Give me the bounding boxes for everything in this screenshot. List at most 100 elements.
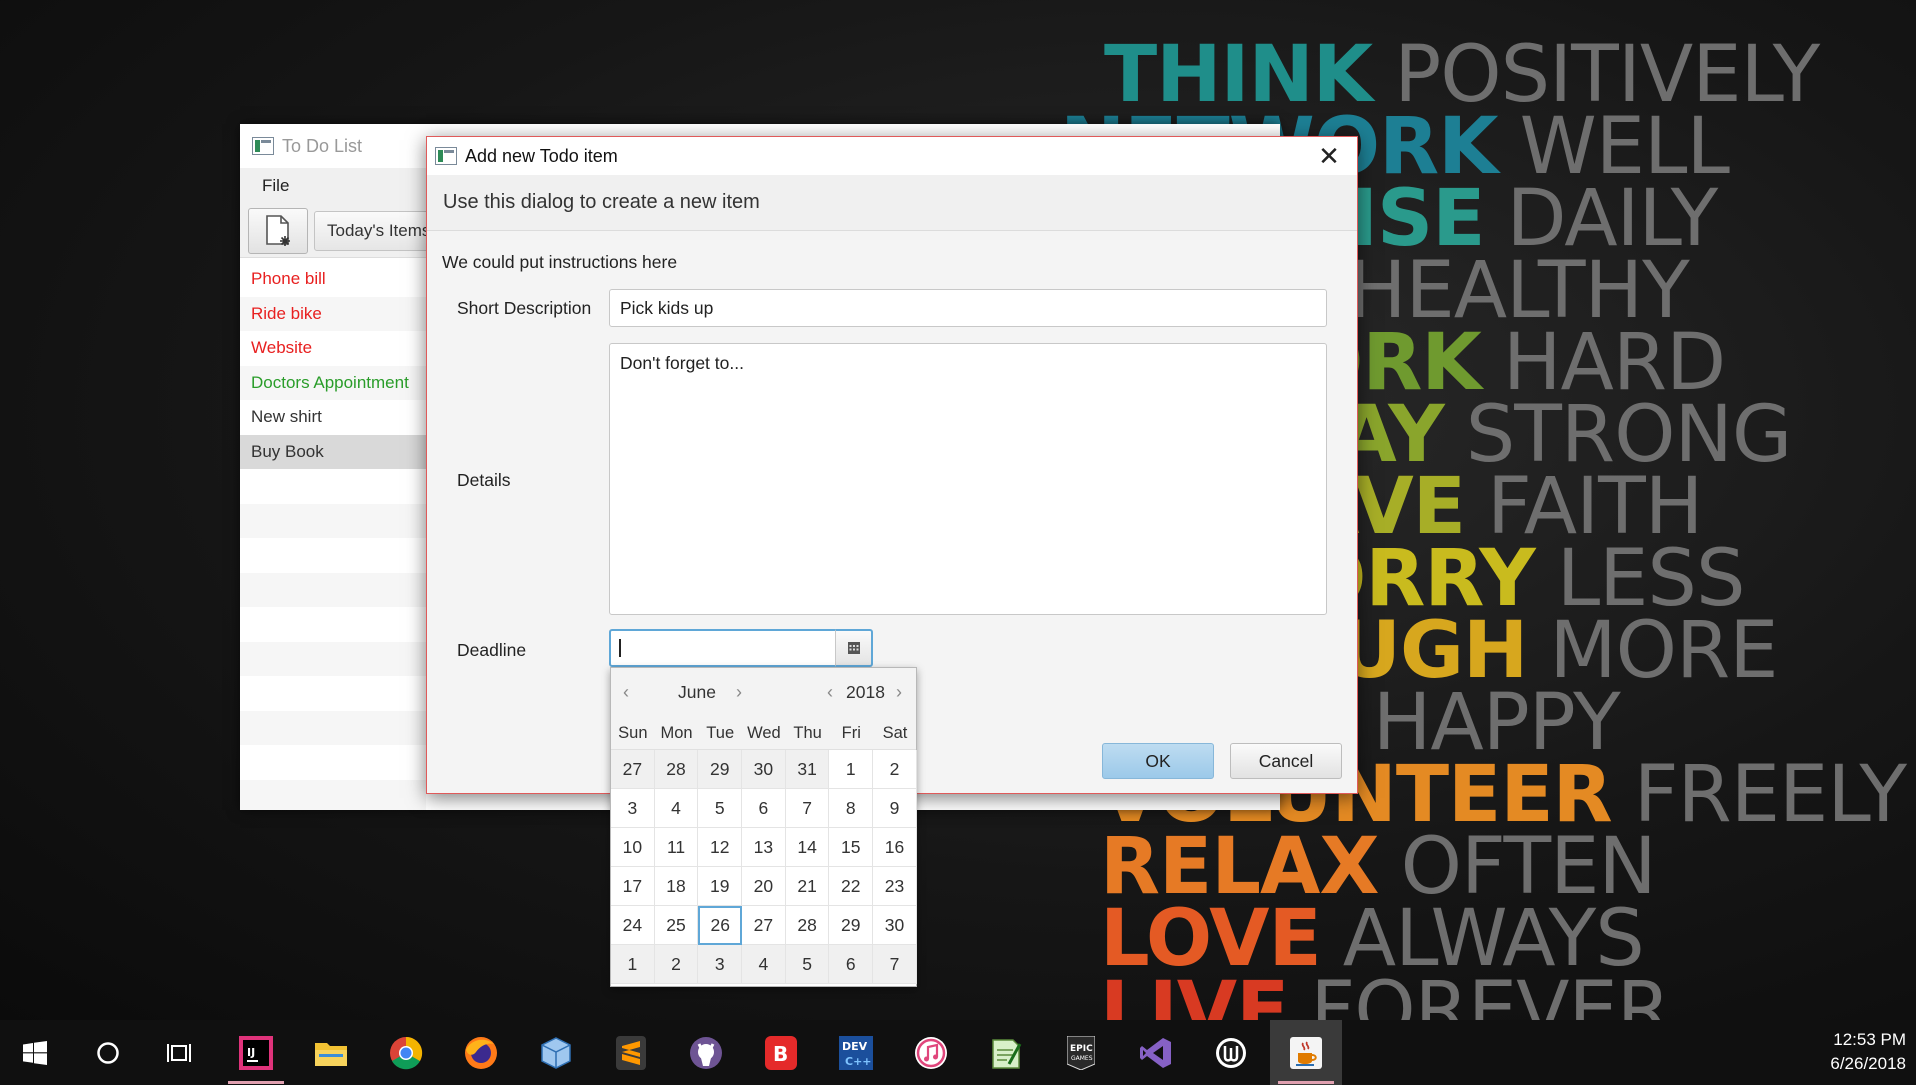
- dialog-title: Add new Todo item: [465, 145, 618, 166]
- calendar-day[interactable]: 23: [873, 867, 917, 906]
- todo-list-empty-row: [240, 607, 426, 642]
- calendar-day[interactable]: 6: [742, 789, 786, 828]
- calendar-day[interactable]: 14: [785, 828, 830, 867]
- wallpaper-light-word: FREELY: [1633, 750, 1907, 840]
- calendar-day-other-month[interactable]: 3: [698, 945, 743, 984]
- previous-month-icon[interactable]: ‹: [623, 682, 629, 703]
- todo-list-item[interactable]: Doctors Appointment: [240, 365, 426, 400]
- intellij-taskbar-button[interactable]: IJ: [220, 1020, 292, 1085]
- file-explorer-taskbar-button[interactable]: [295, 1020, 367, 1085]
- svg-text:GAMES: GAMES: [1071, 1055, 1093, 1062]
- todo-list-item[interactable]: New shirt: [240, 400, 426, 435]
- github-desktop-taskbar-button[interactable]: [670, 1020, 742, 1085]
- calendar-day[interactable]: 24: [611, 906, 655, 945]
- calendar-day[interactable]: 5: [698, 789, 743, 828]
- calendar-day[interactable]: 11: [654, 828, 699, 867]
- todo-list-item[interactable]: Buy Book: [240, 434, 426, 469]
- calendar-day[interactable]: 10: [611, 828, 655, 867]
- calendar-day[interactable]: 8: [829, 789, 874, 828]
- calendar-day[interactable]: 9: [873, 789, 917, 828]
- calendar-day[interactable]: 21: [785, 867, 830, 906]
- todo-list-empty-row: [240, 538, 426, 573]
- calendar-day-today[interactable]: 26: [698, 906, 743, 945]
- calendar-day[interactable]: 16: [873, 828, 917, 867]
- task-view-button[interactable]: [144, 1020, 216, 1085]
- epic-games-taskbar-button[interactable]: EPIC GAMES: [1045, 1020, 1117, 1085]
- calendar-day[interactable]: 12: [698, 828, 743, 867]
- visual-studio-icon: [1140, 1037, 1171, 1068]
- calendar-day-other-month[interactable]: 5: [785, 945, 830, 984]
- start-button[interactable]: [0, 1020, 70, 1085]
- weekday-label: Thu: [793, 724, 822, 742]
- itunes-taskbar-button[interactable]: [895, 1020, 967, 1085]
- calendar-day-other-month[interactable]: 1: [611, 945, 655, 984]
- calendar-day[interactable]: 4: [654, 789, 699, 828]
- menu-file[interactable]: File: [262, 176, 289, 196]
- chrome-icon: [390, 1036, 423, 1069]
- visual-studio-taskbar-button[interactable]: [1120, 1020, 1192, 1085]
- calendar-day[interactable]: 22: [829, 867, 874, 906]
- weekday-label: Sat: [882, 724, 908, 742]
- devcpp-taskbar-button[interactable]: DEV C++: [820, 1020, 892, 1085]
- notepad-plus-plus-icon: [992, 1038, 1022, 1069]
- calendar-day-other-month[interactable]: 6: [829, 945, 874, 984]
- todo-list-empty-row: [240, 779, 426, 810]
- virtualbox-taskbar-button[interactable]: [520, 1020, 592, 1085]
- todo-list-item[interactable]: Ride bike: [240, 296, 426, 331]
- todo-list-empty-row: [240, 572, 426, 607]
- notepad-plus-plus-taskbar-button[interactable]: [970, 1020, 1042, 1085]
- dialog-titlebar[interactable]: Add new Todo item ✕: [427, 137, 1357, 175]
- calendar-day-other-month[interactable]: 29: [698, 750, 743, 789]
- calendar-day[interactable]: 1: [829, 750, 874, 789]
- calendar-day[interactable]: 25: [654, 906, 699, 945]
- calendar-day-other-month[interactable]: 2: [654, 945, 699, 984]
- sublime-text-taskbar-button[interactable]: [595, 1020, 667, 1085]
- calendar-day[interactable]: 27: [742, 906, 786, 945]
- calendar-day[interactable]: 7: [785, 789, 830, 828]
- calendar-day[interactable]: 2: [873, 750, 917, 789]
- calendar-day-other-month[interactable]: 31: [785, 750, 830, 789]
- new-item-button[interactable]: [248, 207, 308, 254]
- java-taskbar-button[interactable]: [1270, 1020, 1342, 1085]
- calendar-day-other-month[interactable]: 28: [654, 750, 699, 789]
- main-window-title: To Do List: [282, 135, 363, 156]
- cortana-button[interactable]: [72, 1020, 144, 1085]
- calendar-day[interactable]: 18: [654, 867, 699, 906]
- calendar-day[interactable]: 30: [873, 906, 917, 945]
- calendar-day[interactable]: 13: [742, 828, 786, 867]
- weekday-header-row: Sun Mon Tue Wed Thu Fri Sat: [611, 718, 916, 750]
- short-description-input[interactable]: Pick kids up: [609, 289, 1327, 327]
- close-icon[interactable]: ✕: [1301, 137, 1357, 175]
- calendar-day-other-month[interactable]: 4: [742, 945, 786, 984]
- folder-icon: [315, 1042, 347, 1066]
- deadline-date-input[interactable]: [609, 629, 837, 667]
- calendar-day-other-month[interactable]: 7: [873, 945, 917, 984]
- ok-button[interactable]: OK: [1102, 743, 1214, 779]
- calendar-day[interactable]: 17: [611, 867, 655, 906]
- firefox-taskbar-button[interactable]: [445, 1020, 517, 1085]
- chrome-taskbar-button[interactable]: [370, 1020, 442, 1085]
- todo-list-item[interactable]: Website: [240, 331, 426, 366]
- calendar-day-other-month[interactable]: 30: [742, 750, 786, 789]
- windows-logo-icon: [23, 1040, 47, 1065]
- unreal-engine-icon: [1216, 1037, 1246, 1068]
- next-month-icon[interactable]: ›: [736, 682, 742, 703]
- details-label: Details: [457, 470, 511, 490]
- calendar-day[interactable]: 3: [611, 789, 655, 828]
- cancel-button[interactable]: Cancel: [1230, 743, 1342, 779]
- date-picker-button[interactable]: [835, 629, 873, 667]
- todays-items-toggle[interactable]: Today's Items: [314, 210, 444, 251]
- unreal-engine-taskbar-button[interactable]: [1195, 1020, 1267, 1085]
- calendar-day-other-month[interactable]: 27: [611, 750, 655, 789]
- next-year-icon[interactable]: ›: [896, 682, 902, 703]
- todo-list-item[interactable]: Phone bill: [240, 262, 426, 297]
- calendar-day[interactable]: 28: [785, 906, 830, 945]
- calendar-day[interactable]: 15: [829, 828, 874, 867]
- taskbar-clock[interactable]: 12:53 PM 6/26/2018: [1830, 1028, 1906, 1076]
- calendar-day[interactable]: 20: [742, 867, 786, 906]
- calendar-day[interactable]: 19: [698, 867, 743, 906]
- previous-year-icon[interactable]: ‹: [827, 682, 833, 703]
- brave-taskbar-button[interactable]: B: [745, 1020, 817, 1085]
- details-textarea[interactable]: Don't forget to...: [609, 343, 1327, 615]
- calendar-day[interactable]: 29: [829, 906, 874, 945]
